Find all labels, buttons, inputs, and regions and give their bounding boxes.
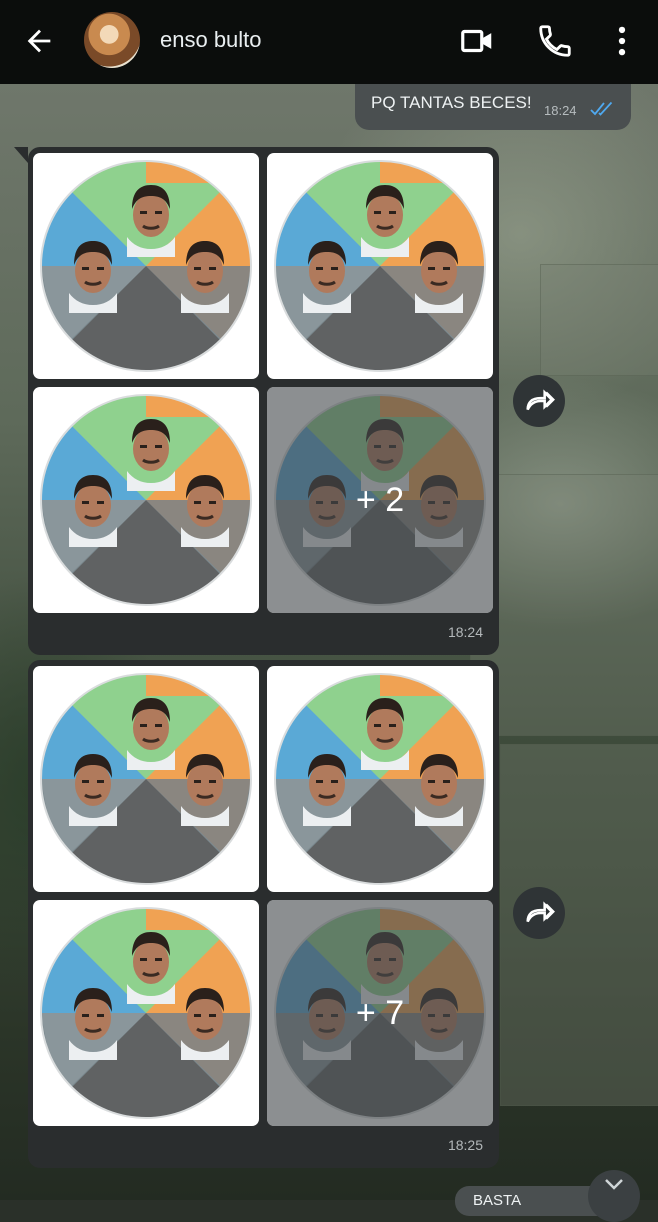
more-count: + 2 (355, 480, 405, 519)
message-text: PQ TANTAS BECES! (371, 93, 532, 112)
incoming-album[interactable]: + 2 18:24 (14, 147, 499, 655)
video-call-icon[interactable] (458, 22, 496, 60)
avatar[interactable] (84, 12, 140, 68)
message-time: 18:24 (544, 103, 577, 118)
album-photo-more[interactable]: + 2 (267, 387, 493, 613)
more-vert-icon[interactable] (603, 22, 641, 60)
bubble-tail (14, 147, 28, 163)
phone-icon[interactable] (536, 22, 574, 60)
more-count: + 7 (355, 993, 405, 1032)
contact-name[interactable]: enso bulto (160, 27, 262, 53)
album-photo[interactable] (33, 900, 259, 1126)
forward-icon (526, 901, 555, 923)
forward-button[interactable] (513, 375, 565, 427)
album-photo[interactable] (267, 153, 493, 379)
incoming-album[interactable]: + 7 18:25 (28, 660, 499, 1168)
album-photo-more[interactable]: + 7 (267, 900, 493, 1126)
arrow-left-icon[interactable] (22, 24, 56, 58)
read-ticks-icon (590, 101, 613, 116)
message-text: BASTA (473, 1192, 522, 1209)
message-time: 18:25 (447, 1137, 483, 1153)
album-photo[interactable] (33, 666, 259, 892)
chevron-down-icon (605, 1179, 623, 1190)
album-photo[interactable] (33, 153, 259, 379)
outgoing-message[interactable]: PQ TANTAS BECES! 18:24 (355, 84, 631, 130)
scroll-down-button[interactable] (588, 1170, 640, 1222)
album-photo[interactable] (267, 666, 493, 892)
chat-header: enso bulto (0, 0, 658, 84)
message-time: 18:24 (447, 624, 483, 640)
album-photo[interactable] (33, 387, 259, 613)
forward-icon (526, 389, 555, 411)
forward-button[interactable] (513, 887, 565, 939)
